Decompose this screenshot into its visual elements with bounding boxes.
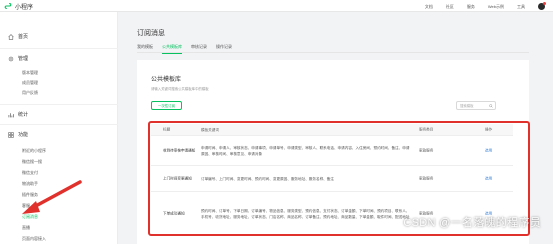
sidebar-group-label: 首页: [18, 34, 29, 40]
one-time-subscribe-button[interactable]: 一次性订阅: [151, 101, 182, 110]
sidebar: 首页 管理 版本管理 成员管理 用户反馈 统计 功能 附近的小程序 微信搜一搜 …: [0, 12, 118, 244]
topnav-tools[interactable]: 工具: [517, 4, 525, 10]
row-title: 上门时间变更通知: [163, 176, 192, 180]
search-input[interactable]: 搜索模板: [456, 101, 496, 110]
sidebar-group-label: 统计: [18, 112, 29, 118]
app-logo[interactable]: 小程序: [4, 2, 34, 11]
chart-icon: [8, 112, 14, 118]
row-category: 家政服务: [419, 176, 434, 180]
watermark: CSDN @一名落魄的程序员: [403, 217, 541, 229]
row-title: 收到待审核申请通知: [163, 148, 196, 152]
gear-icon: [8, 56, 14, 62]
header-action: 操作: [485, 127, 493, 131]
select-link[interactable]: 选用: [485, 176, 492, 181]
row-title: 下单成功通知: [163, 211, 185, 215]
page-title: 订阅消息: [137, 30, 165, 37]
panel-title: 公共模板库: [151, 77, 182, 83]
row-category: 家政服务: [419, 148, 434, 152]
avatar[interactable]: [538, 2, 546, 10]
top-nav: 文档 社区 服务 Web示例 工具: [425, 2, 546, 10]
sidebar-item-live[interactable]: 直播: [22, 225, 30, 231]
tab-divider: [137, 52, 529, 53]
sidebar-item-search[interactable]: 微信搜一搜: [22, 159, 42, 165]
sidebar-group-home[interactable]: 首页: [8, 33, 28, 40]
top-bar: 小程序 文档 社区 服务 Web示例 工具: [0, 0, 553, 12]
sidebar-item-plugins[interactable]: 插件服务: [22, 192, 38, 198]
sidebar-group-function[interactable]: 功能: [8, 131, 28, 138]
search-placeholder: 搜索模板: [460, 104, 474, 108]
miniprogram-logo-icon: [4, 2, 12, 10]
row-keywords: 申请时间、申请人、审核状态、申请事项、申请单号、申请类型、审核人、联系电话、申请…: [201, 145, 410, 156]
header-title: 标题: [163, 127, 171, 131]
sidebar-item-feedback[interactable]: 用户反馈: [22, 90, 38, 96]
topnav-service[interactable]: 服务: [467, 4, 475, 10]
header-keywords: 模板关键词: [201, 127, 219, 132]
sidebar-group-label: 管理: [18, 56, 29, 62]
row-keywords: 订单编号、上门时间、变更时间、预约时间、变更原因、服务地址、服务名称、备注: [201, 176, 334, 181]
row-keywords: 预约时间、订单号、下单日期、订单编号、物品信息、服务类型、预约信息、支付状态、订…: [201, 208, 410, 219]
topnav-docs[interactable]: 文档: [425, 4, 433, 10]
sidebar-item-version[interactable]: 版本管理: [22, 70, 38, 76]
sidebar-divider: [0, 48, 118, 49]
table-row: 收到待审核申请通知 申请时间、申请人、审核状态、申请事项、申请单号、申请类型、审…: [151, 135, 513, 165]
topnav-community[interactable]: 社区: [446, 4, 454, 10]
sidebar-item-page-content[interactable]: 页面内容接入: [22, 236, 46, 242]
sidebar-divider: [0, 124, 118, 125]
sidebar-item-logistics[interactable]: 物流助手: [22, 181, 38, 187]
table-header: 标题 模板关键词 服务类目 操作: [151, 124, 513, 135]
sidebar-item-customer-service[interactable]: 客服: [22, 203, 30, 209]
home-icon: [8, 33, 14, 40]
sidebar-item-payment[interactable]: 微信支付: [22, 170, 38, 176]
app-logo-text: 小程序: [15, 4, 34, 11]
sidebar-item-subscribe-message[interactable]: 订阅消息: [22, 214, 38, 220]
grid-icon: [8, 131, 14, 138]
sidebar-item-members[interactable]: 成员管理: [22, 80, 38, 86]
topnav-web-demo[interactable]: Web示例: [488, 4, 504, 10]
sidebar-group-statistics[interactable]: 统计: [8, 111, 28, 118]
header-category: 服务类目: [419, 127, 434, 131]
search-icon: [489, 104, 493, 108]
select-link[interactable]: 选用: [485, 148, 492, 153]
sidebar-group-management[interactable]: 管理: [8, 55, 28, 62]
panel-description: 请输入关键词搜索公共模板库中的模板: [151, 87, 209, 91]
sidebar-group-label: 功能: [18, 132, 29, 138]
sidebar-item-nearby[interactable]: 附近的小程序: [22, 148, 46, 154]
table-row: 上门时间变更通知 订单编号、上门时间、变更时间、预约时间、变更原因、服务地址、服…: [151, 165, 513, 191]
sidebar-divider: [0, 104, 118, 105]
